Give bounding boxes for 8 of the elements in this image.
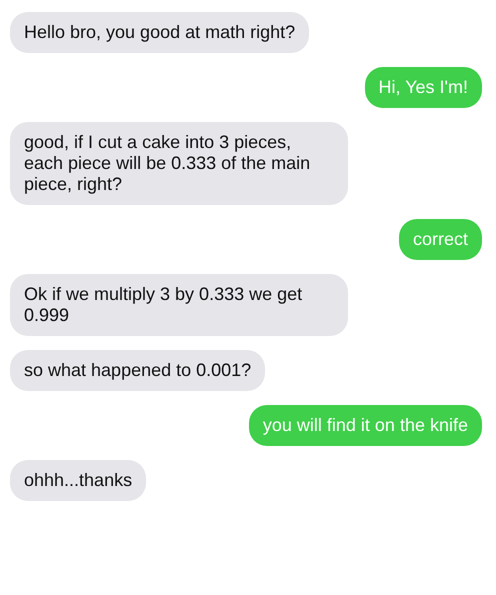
received-message: Hello bro, you good at math right? [10,12,310,53]
received-message: Ok if we multiply 3 by 0.333 we get 0.999 [10,274,348,336]
sent-message: correct [398,219,482,260]
received-message: ohhh...thanks [10,460,146,501]
sent-message: you will find it on the knife [248,405,482,446]
received-message: good, if I cut a cake into 3 pieces, each piece will be 0.333 of the main piece, right? [10,122,348,205]
received-message: so what happened to 0.001? [10,350,266,391]
sent-message: Hi, Yes I'm! [364,67,482,108]
